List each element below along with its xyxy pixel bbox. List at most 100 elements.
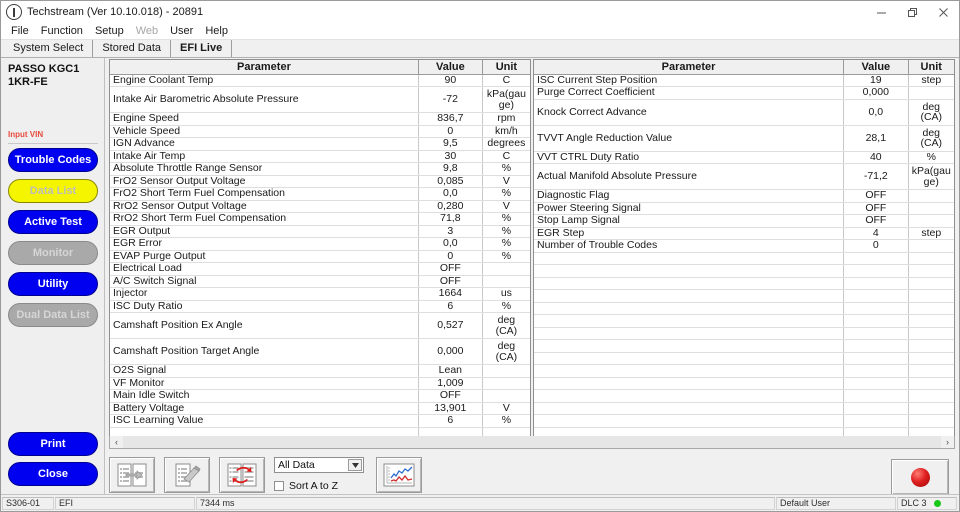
table-row[interactable]: Electrical Load OFF: [110, 262, 530, 276]
table-row[interactable]: Engine Speed 836,7 rpm: [110, 112, 530, 126]
graph-icon[interactable]: [376, 456, 422, 493]
tab-efi-live[interactable]: EFI Live: [171, 40, 233, 57]
sort-label: Sort A to Z: [289, 480, 339, 492]
table-row[interactable]: Stop Lamp Signal OFF: [534, 214, 954, 228]
table-row[interactable]: TVVT Angle Reduction Value 28,1 deg (CA): [534, 125, 954, 152]
main-content: Parameter Value Unit Engine Coolant Temp…: [105, 58, 959, 495]
close-button[interactable]: Close: [8, 462, 98, 486]
table-row[interactable]: Absolute Throttle Range Sensor 9,8%: [110, 162, 530, 176]
table-row-empty: [534, 352, 954, 365]
table-row[interactable]: Number of Trouble Codes 0: [534, 239, 954, 253]
table-row[interactable]: VF Monitor 1,009: [110, 377, 530, 390]
table-row[interactable]: Purge Correct Coefficient 0,000: [534, 86, 954, 100]
table-row[interactable]: O2S Signal Lean: [110, 364, 530, 378]
table-row[interactable]: Main Idle Switch OFF: [110, 389, 530, 403]
menu-item-function[interactable]: Function: [35, 24, 89, 38]
tab-stored-data[interactable]: Stored Data: [93, 40, 172, 57]
cell-value: 6: [418, 300, 483, 313]
table-row[interactable]: Vehicle Speed 0 km/h: [110, 125, 530, 138]
table-row[interactable]: RrO2 Sensor Output Voltage 0,280 V: [110, 200, 530, 213]
sidebar-item-trouble-codes[interactable]: Trouble Codes: [8, 148, 98, 172]
cell-unit: deg (CA): [908, 125, 954, 152]
table-row[interactable]: EGR Error 0,0%: [110, 237, 530, 251]
table-row[interactable]: Actual Manifold Absolute Pressure -71,2 kP…: [534, 163, 954, 190]
table-row[interactable]: ISC Learning Value 6%: [110, 414, 530, 428]
column-header-parameter[interactable]: Parameter: [534, 60, 845, 75]
cell-unit: [908, 202, 954, 215]
cell-parameter: FrO2 Short Term Fuel Compensation: [110, 187, 419, 201]
status-user: Default User: [776, 496, 896, 510]
table-row[interactable]: Injector 1664 us: [110, 287, 530, 301]
table-row[interactable]: EGR Step 4 step: [534, 227, 954, 240]
record-icon[interactable]: [891, 459, 949, 495]
table-row[interactable]: FrO2 Sensor Output Voltage 0,085 V: [110, 175, 530, 188]
body: PASSO KGC1 1KR-FE Input VIN Trouble Code…: [1, 58, 959, 495]
table-row-empty: [534, 414, 954, 428]
cell-value: Lean: [418, 364, 483, 378]
table-row-empty: [534, 264, 954, 278]
restore-icon[interactable]: [897, 1, 928, 23]
table-row[interactable]: Knock Correct Advance 0,0 deg (CA): [534, 99, 954, 126]
tab-system-select[interactable]: System Select: [4, 40, 94, 57]
select-items-icon[interactable]: [109, 456, 155, 493]
table-row[interactable]: Power Steering Signal OFF: [534, 202, 954, 215]
column-header-value[interactable]: Value: [843, 60, 909, 75]
data-grid-left[interactable]: Parameter Value Unit Engine Coolant Temp…: [109, 59, 531, 437]
cell-unit: %: [482, 187, 530, 201]
table-row[interactable]: RrO2 Short Term Fuel Compensation 71,8%: [110, 212, 530, 226]
table-row[interactable]: Engine Coolant Temp 90 C: [110, 74, 530, 87]
menu-item-file[interactable]: File: [5, 24, 35, 38]
table-row[interactable]: Camshaft Position Target Angle 0,000 deg (C…: [110, 338, 530, 365]
table-row[interactable]: A/C Switch Signal OFF: [110, 275, 530, 288]
table-row[interactable]: EVAP Purge Output 0%: [110, 250, 530, 263]
status-bar: S306-01 EFI 7344 ms Default User DLC 3: [1, 494, 959, 511]
bottom-toolbar: All Data Sort A to Z: [109, 455, 955, 495]
data-grid-right[interactable]: Parameter Value Unit ISC Current Step Po…: [533, 59, 955, 437]
column-header-unit[interactable]: Unit: [908, 60, 954, 75]
cell-parameter: ISC Duty Ratio: [110, 300, 419, 313]
horizontal-scrollbar[interactable]: ‹ ›: [109, 436, 955, 449]
table-row[interactable]: FrO2 Short Term Fuel Compensation 0,0%: [110, 187, 530, 201]
table-row[interactable]: IGN Advance 9,5 degrees: [110, 137, 530, 151]
minimize-icon[interactable]: [866, 1, 897, 23]
sort-a-to-z-row[interactable]: Sort A to Z: [274, 480, 364, 492]
column-header-unit[interactable]: Unit: [482, 60, 530, 75]
table-row[interactable]: Battery Voltage 13,901 V: [110, 402, 530, 415]
table-row[interactable]: Intake Air Barometric Absolute Pressure -…: [110, 86, 530, 113]
chevron-left-icon[interactable]: ‹: [110, 436, 123, 448]
table-row[interactable]: ISC Current Step Position 19 step: [534, 74, 954, 87]
cell-unit: %: [482, 212, 530, 226]
table-row[interactable]: VVT CTRL Duty Ratio 40%: [534, 151, 954, 164]
menu-item-help[interactable]: Help: [199, 24, 234, 38]
scrollbar-track[interactable]: [123, 436, 941, 448]
cell-value: 9,5: [418, 137, 483, 151]
table-row[interactable]: Diagnostic Flag OFF: [534, 189, 954, 203]
column-header-parameter[interactable]: Parameter: [110, 60, 419, 75]
table-row[interactable]: ISC Duty Ratio 6%: [110, 300, 530, 313]
data-filter-select[interactable]: All Data: [274, 457, 364, 473]
cell-parameter: IGN Advance: [110, 137, 419, 151]
cell-parameter: Absolute Throttle Range Sensor: [110, 162, 419, 176]
table-row[interactable]: Camshaft Position Ex Angle 0,527 deg (CA): [110, 312, 530, 339]
column-header-value[interactable]: Value: [418, 60, 483, 75]
chevron-down-icon[interactable]: [348, 459, 362, 471]
cell-unit: [482, 275, 530, 288]
sidebar-item-active-test[interactable]: Active Test: [8, 210, 98, 234]
table-row[interactable]: Intake Air Temp 30 C: [110, 150, 530, 163]
sort-checkbox[interactable]: [274, 481, 284, 491]
sidebar-nav: Trouble Codes Data List Active Test Moni…: [8, 148, 98, 334]
sidebar-item-data-list[interactable]: Data List: [8, 179, 98, 203]
cell-unit: %: [482, 414, 530, 428]
table-row[interactable]: EGR Output 3%: [110, 225, 530, 238]
snapshot-icon[interactable]: [164, 456, 210, 493]
input-vin-label[interactable]: Input VIN: [8, 130, 43, 139]
menu-item-setup[interactable]: Setup: [89, 24, 130, 38]
chevron-right-icon[interactable]: ›: [941, 436, 954, 448]
record-indicator: [910, 467, 930, 487]
cell-parameter: VF Monitor: [110, 377, 419, 390]
print-button[interactable]: Print: [8, 432, 98, 456]
sidebar-item-utility[interactable]: Utility: [8, 272, 98, 296]
menu-item-user[interactable]: User: [164, 24, 199, 38]
reorder-items-icon[interactable]: [219, 456, 265, 493]
close-icon[interactable]: [928, 1, 959, 23]
